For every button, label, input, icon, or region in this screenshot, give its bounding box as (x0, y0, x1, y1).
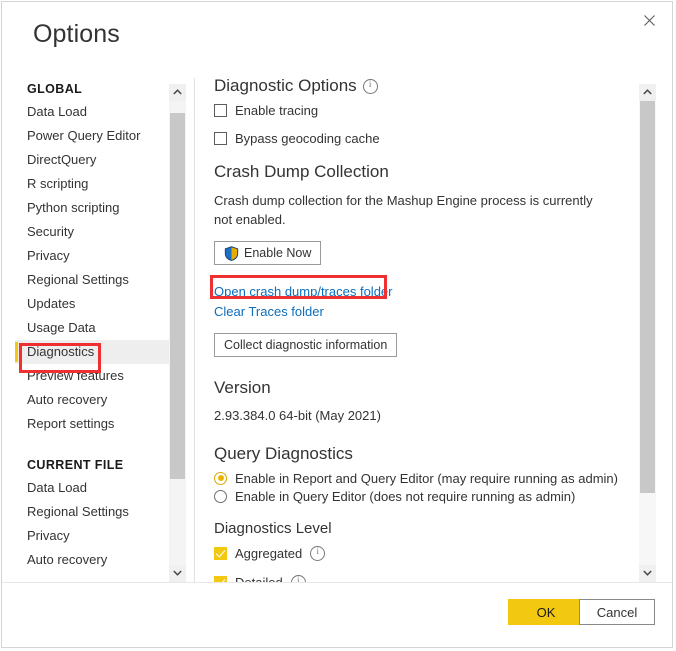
sidebar-item-current-auto-recovery[interactable]: Auto recovery (15, 548, 169, 572)
collect-diagnostic-information-label: Collect diagnostic information (224, 338, 387, 352)
nav-group-current-file: CURRENT FILE Data Load Regional Settings… (15, 454, 169, 572)
navigation-scrollbar-thumb[interactable] (170, 113, 185, 479)
detailed-label: Detailed (235, 575, 283, 583)
sidebar-item-updates[interactable]: Updates (15, 292, 169, 316)
enable-report-and-query-editor-label: Enable in Report and Query Editor (may r… (235, 471, 618, 486)
radio-row-enable-query-editor[interactable]: Enable in Query Editor (does not require… (214, 489, 634, 504)
dialog-title-bar: Options (2, 2, 672, 62)
page-title: Options (33, 20, 120, 49)
section-heading-diagnostic-options: Diagnostic Options (214, 76, 634, 96)
content-scrollbar-thumb[interactable] (640, 101, 655, 493)
sidebar-item-privacy[interactable]: Privacy (15, 244, 169, 268)
diagnostics-settings-pane: Diagnostic Options Enable tracing Bypass… (214, 76, 634, 582)
info-icon[interactable] (291, 575, 306, 583)
aggregated-checkbox[interactable] (214, 547, 227, 560)
enable-now-button[interactable]: Enable Now (214, 241, 321, 265)
diagnostics-level-title: Diagnostics Level (214, 520, 332, 537)
footer-divider (2, 582, 672, 583)
nav-group-spacer (15, 436, 169, 454)
sidebar-item-current-regional-settings[interactable]: Regional Settings (15, 500, 169, 524)
sidebar-item-directquery[interactable]: DirectQuery (15, 148, 169, 172)
crash-dump-title: Crash Dump Collection (214, 162, 389, 182)
diagnostic-options-title: Diagnostic Options (214, 76, 357, 96)
bypass-geocoding-cache-label: Bypass geocoding cache (235, 131, 380, 146)
version-value: 2.93.384.0 64-bit (May 2021) (214, 406, 594, 425)
enable-query-editor-radio[interactable] (214, 490, 227, 503)
checkbox-row-aggregated[interactable]: Aggregated (214, 546, 634, 561)
enable-report-and-query-editor-radio[interactable] (214, 472, 227, 485)
bypass-geocoding-cache-checkbox[interactable] (214, 132, 227, 145)
sidebar-item-data-load[interactable]: Data Load (15, 100, 169, 124)
version-title: Version (214, 378, 271, 398)
sidebar-item-current-privacy[interactable]: Privacy (15, 524, 169, 548)
chevron-up-icon[interactable] (639, 84, 656, 101)
info-icon[interactable] (363, 79, 378, 94)
close-icon[interactable] (634, 6, 664, 34)
query-diagnostics-title: Query Diagnostics (214, 444, 353, 464)
settings-navigation-list[interactable]: GLOBAL Data Load Power Query Editor Dire… (15, 78, 169, 582)
sidebar-item-preview-features[interactable]: Preview features (15, 364, 169, 388)
sidebar-item-usage-data[interactable]: Usage Data (15, 316, 169, 340)
enable-tracing-checkbox[interactable] (214, 104, 227, 117)
ok-button[interactable]: OK (508, 599, 584, 625)
sidebar-item-python-scripting[interactable]: Python scripting (15, 196, 169, 220)
sidebar-item-regional-settings[interactable]: Regional Settings (15, 268, 169, 292)
section-heading-crash-dump: Crash Dump Collection (214, 162, 634, 182)
sidebar-item-current-data-load[interactable]: Data Load (15, 476, 169, 500)
navigation-scrollbar[interactable] (169, 84, 186, 582)
sidebar-item-auto-recovery[interactable]: Auto recovery (15, 388, 169, 412)
enable-now-button-label: Enable Now (244, 246, 311, 260)
section-heading-diagnostics-level: Diagnostics Level (214, 520, 634, 537)
checkbox-row-bypass-geocoding-cache[interactable]: Bypass geocoding cache (214, 131, 634, 146)
checkbox-row-enable-tracing[interactable]: Enable tracing (214, 103, 634, 118)
options-dialog: Options GLOBAL Data Load Power Query Edi… (1, 1, 673, 648)
enable-tracing-label: Enable tracing (235, 103, 318, 118)
chevron-down-icon[interactable] (639, 565, 656, 582)
sidebar-item-r-scripting[interactable]: R scripting (15, 172, 169, 196)
nav-group-header-global: GLOBAL (15, 78, 169, 100)
section-heading-version: Version (214, 378, 634, 398)
crash-dump-description: Crash dump collection for the Mashup Eng… (214, 191, 594, 229)
chevron-down-icon[interactable] (169, 565, 186, 582)
pane-divider (194, 78, 195, 582)
sidebar-item-report-settings[interactable]: Report settings (15, 412, 169, 436)
nav-group-header-current-file: CURRENT FILE (15, 454, 169, 476)
uac-shield-icon (224, 246, 239, 261)
info-icon[interactable] (310, 546, 325, 561)
cancel-button[interactable]: Cancel (579, 599, 655, 625)
sidebar-item-diagnostics[interactable]: Diagnostics (15, 340, 169, 364)
clear-traces-folder-link[interactable]: Clear Traces folder (214, 304, 324, 319)
sidebar-item-security[interactable]: Security (15, 220, 169, 244)
open-crash-dump-traces-folder-link[interactable]: Open crash dump/traces folder (214, 284, 392, 299)
nav-group-global: GLOBAL Data Load Power Query Editor Dire… (15, 78, 169, 436)
section-heading-query-diagnostics: Query Diagnostics (214, 444, 634, 464)
aggregated-label: Aggregated (235, 546, 302, 561)
chevron-up-icon[interactable] (169, 84, 186, 101)
sidebar-item-power-query-editor[interactable]: Power Query Editor (15, 124, 169, 148)
checkbox-row-detailed[interactable]: Detailed (214, 575, 634, 583)
content-scrollbar[interactable] (639, 84, 656, 582)
collect-diagnostic-information-button[interactable]: Collect diagnostic information (214, 333, 397, 357)
enable-query-editor-label: Enable in Query Editor (does not require… (235, 489, 575, 504)
radio-row-enable-report-and-query-editor[interactable]: Enable in Report and Query Editor (may r… (214, 471, 634, 486)
